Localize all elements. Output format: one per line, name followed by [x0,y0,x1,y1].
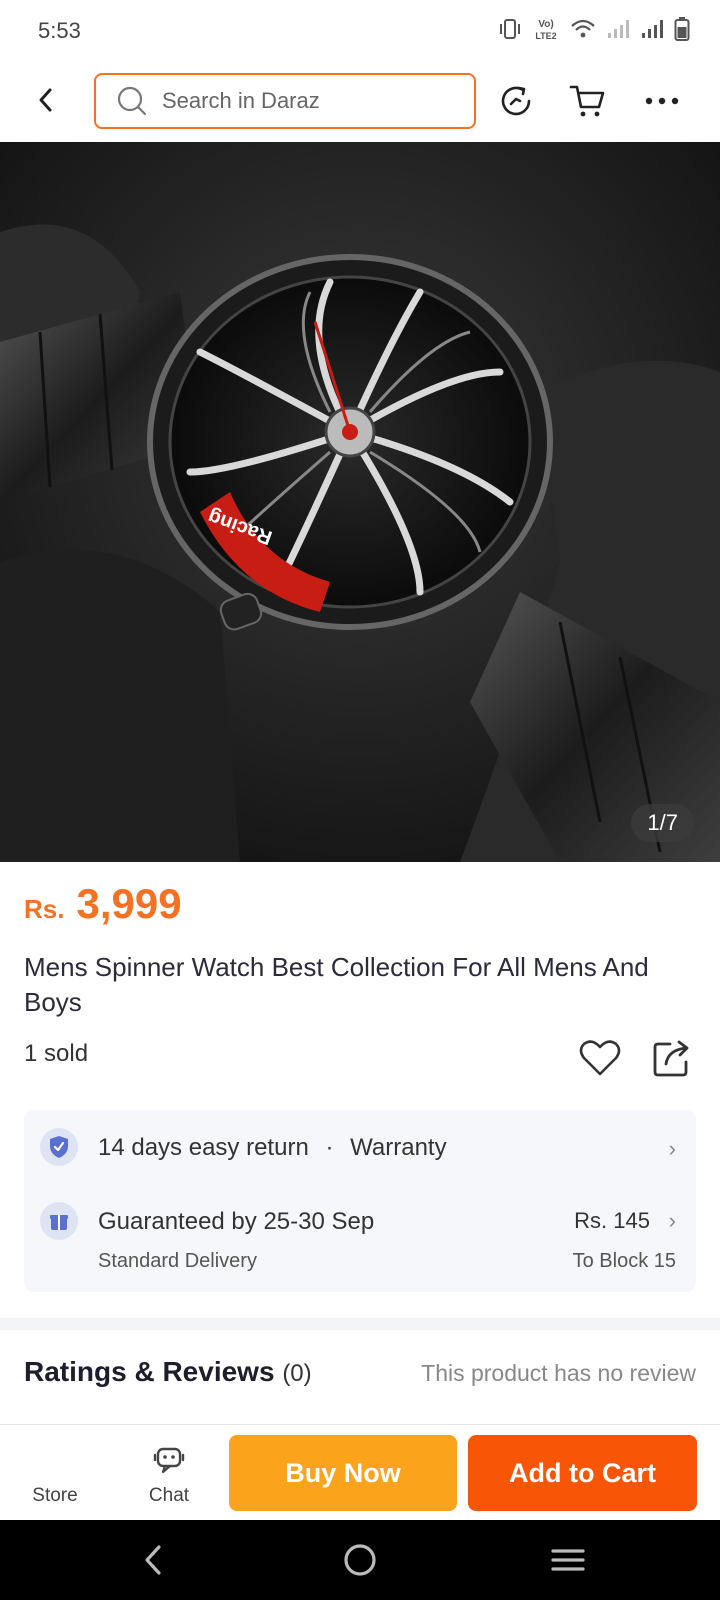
ratings-title: Ratings & Reviews (0) [24,1356,312,1387]
chevron-right-icon: › [668,1208,676,1233]
svg-text:LTE2: LTE2 [535,31,556,41]
no-review-text: This product has no review [421,1360,696,1386]
signal-weak-icon [608,20,629,38]
nav-recents-button[interactable] [543,1538,593,1582]
section-divider [0,1318,720,1330]
top-header [0,62,720,140]
bottom-action-bar: Store Chat Buy Now Add to Cart [0,1424,720,1520]
chevron-right-icon: › [668,1136,676,1161]
back-arrow-icon [39,88,52,112]
history-button[interactable] [494,79,538,123]
chat-button[interactable]: Chat [124,1425,214,1521]
volte-icon: Vo) LTE2 [535,19,556,41]
chat-bot-icon [153,1447,185,1474]
battery-icon [674,17,690,41]
vibrate-icon [500,19,520,39]
add-to-cart-button[interactable]: Add to Cart [468,1435,697,1511]
buy-now-button[interactable]: Buy Now [229,1435,457,1511]
search-box[interactable] [94,73,476,129]
shield-check-icon [40,1128,78,1166]
status-icons: Vo) LTE2 [498,16,690,42]
svg-text:Vo): Vo) [538,19,553,30]
delivery-destination: To Block 15 [572,1250,676,1272]
heart-icon [579,1040,621,1076]
image-counter: 1/7 [631,804,694,842]
nav-back-icon [145,1545,161,1575]
cart-button[interactable] [566,79,610,123]
more-button[interactable] [640,79,684,123]
signal-icon [642,20,663,38]
chat-label: Chat [148,1485,190,1506]
search-icon [117,86,147,116]
nav-home-button[interactable] [335,1538,385,1582]
price: Rs. 3,999 [24,880,182,928]
wishlist-button[interactable] [578,1036,622,1080]
status-time: 5:53 [38,18,81,43]
product-title: Mens Spinner Watch Best Collection For A… [24,952,649,1017]
price-currency: Rs. [24,894,65,924]
store-button[interactable]: Store [10,1425,100,1521]
back-button[interactable] [26,80,66,120]
share-icon [653,1040,689,1077]
delivery-row[interactable]: Guaranteed by 25-30 Sep Standard Deliver… [24,1182,696,1292]
system-nav-bar [0,1520,720,1600]
status-bar: 5:53 Vo) LTE2 [0,0,720,60]
service-card: 14 days easy return · Warranty › Guarant… [24,1110,696,1292]
cart-icon [569,85,605,117]
nav-back-button[interactable] [128,1538,178,1582]
price-value: 3,999 [76,880,182,927]
history-icon [501,86,531,116]
store-label: Store [32,1485,78,1506]
delivery-sub: Standard Delivery [98,1250,257,1272]
product-photo: Racing [0,142,720,862]
delivery-fee: Rs. 145 [574,1208,650,1233]
nav-menu-icon [551,1549,585,1571]
search-input[interactable] [162,88,462,114]
product-image-carousel[interactable]: Racing 1/7 [0,142,720,862]
ratings-count: (0) [282,1360,312,1387]
return-text: 14 days easy return · Warranty [98,1134,447,1161]
return-warranty-row[interactable]: 14 days easy return · Warranty › [24,1110,696,1182]
sold-count: 1 sold [24,1040,89,1067]
gift-icon [40,1202,78,1240]
delivery-text: Guaranteed by 25-30 Sep [98,1208,375,1235]
nav-home-icon [344,1544,376,1576]
more-icon [645,97,679,105]
share-button[interactable] [650,1036,694,1080]
wifi-icon [571,19,595,38]
